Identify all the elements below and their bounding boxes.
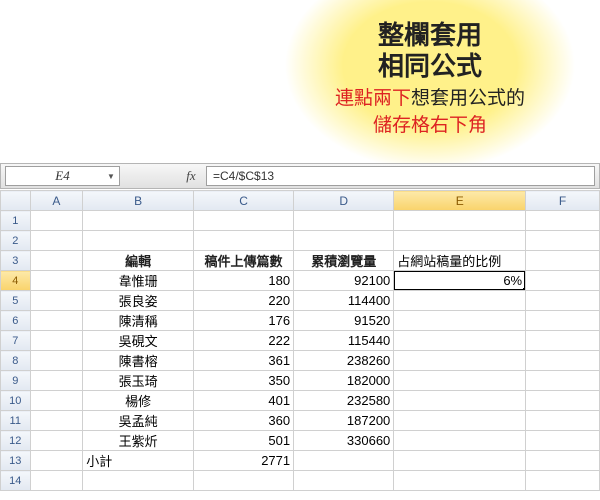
cell[interactable]: 王紫炘 — [83, 431, 194, 451]
cell[interactable]: 吳硯文 — [83, 331, 194, 351]
cell[interactable] — [394, 431, 526, 451]
cell[interactable]: 陳清稱 — [83, 311, 194, 331]
cell[interactable]: 220 — [193, 291, 293, 311]
cell[interactable] — [294, 451, 394, 471]
row-header[interactable]: 3 — [1, 251, 31, 271]
spreadsheet-grid[interactable]: A B C D E F 1 2 3 編輯 稿件上傳篇數 累積瀏覽量 占網站稿量的… — [0, 190, 600, 491]
cell[interactable]: 360 — [193, 411, 293, 431]
row-header[interactable]: 5 — [1, 291, 31, 311]
formula-bar-row: E4 ▼ fx =C4/$C$13 — [0, 163, 600, 189]
tip-text: 整欄套用 相同公式 連點兩下想套用公式的 儲存格右下角 — [300, 20, 560, 140]
cell[interactable]: 陳書榕 — [83, 351, 194, 371]
row-header[interactable]: 1 — [1, 211, 31, 231]
cell[interactable] — [394, 391, 526, 411]
col-header-c[interactable]: C — [193, 191, 293, 211]
cell[interactable]: 501 — [193, 431, 293, 451]
formula-text: =C4/$C$13 — [213, 169, 274, 183]
cell[interactable]: 182000 — [294, 371, 394, 391]
col-header-d[interactable]: D — [294, 191, 394, 211]
fx-label[interactable]: fx — [176, 168, 206, 184]
cell[interactable]: 韋惟珊 — [83, 271, 194, 291]
cell[interactable] — [394, 411, 526, 431]
cell[interactable]: 176 — [193, 311, 293, 331]
row-header[interactable]: 14 — [1, 471, 31, 491]
cell[interactable]: 350 — [193, 371, 293, 391]
cell[interactable] — [394, 451, 526, 471]
cell[interactable]: 91520 — [294, 311, 394, 331]
header-views[interactable]: 累積瀏覽量 — [294, 251, 394, 271]
header-uploads[interactable]: 稿件上傳篇數 — [193, 251, 293, 271]
tip-overlay: 整欄套用 相同公式 連點兩下想套用公式的 儲存格右下角 — [0, 0, 600, 165]
col-header-b[interactable]: B — [83, 191, 194, 211]
row-header[interactable]: 2 — [1, 231, 31, 251]
tip-title: 整欄套用 相同公式 — [300, 20, 560, 82]
col-header-e[interactable]: E — [394, 191, 526, 211]
col-header-a[interactable]: A — [30, 191, 83, 211]
cell[interactable]: 92100 — [294, 271, 394, 291]
row-header[interactable]: 12 — [1, 431, 31, 451]
cell[interactable]: 楊修 — [83, 391, 194, 411]
formula-input[interactable]: =C4/$C$13 — [206, 166, 595, 186]
cell[interactable] — [394, 291, 526, 311]
cell[interactable]: 222 — [193, 331, 293, 351]
cell[interactable]: 張良姿 — [83, 291, 194, 311]
highlight-circle — [285, 0, 575, 170]
row-header[interactable]: 7 — [1, 331, 31, 351]
selected-cell[interactable]: 6% — [394, 271, 526, 291]
cell[interactable]: 330660 — [294, 431, 394, 451]
row-header[interactable]: 11 — [1, 411, 31, 431]
subtotal-value[interactable]: 2771 — [193, 451, 293, 471]
column-header-row: A B C D E F — [1, 191, 600, 211]
select-all-corner[interactable] — [1, 191, 31, 211]
cell[interactable] — [394, 331, 526, 351]
fill-handle[interactable] — [523, 288, 526, 291]
subtotal-label[interactable]: 小計 — [83, 451, 194, 471]
header-ratio[interactable]: 占網站稿量的比例 — [394, 251, 526, 271]
row-header[interactable]: 6 — [1, 311, 31, 331]
cell[interactable]: 401 — [193, 391, 293, 411]
cell[interactable] — [394, 371, 526, 391]
row-header[interactable]: 9 — [1, 371, 31, 391]
cell[interactable]: 180 — [193, 271, 293, 291]
row-header[interactable]: 13 — [1, 451, 31, 471]
cell[interactable]: 361 — [193, 351, 293, 371]
name-box-dropdown-icon[interactable]: ▼ — [103, 167, 119, 185]
name-box[interactable]: E4 ▼ — [5, 166, 120, 186]
row-header[interactable]: 8 — [1, 351, 31, 371]
cell[interactable]: 吳孟純 — [83, 411, 194, 431]
cell[interactable]: 115440 — [294, 331, 394, 351]
col-header-f[interactable]: F — [526, 191, 600, 211]
cell[interactable] — [394, 351, 526, 371]
cell[interactable]: 187200 — [294, 411, 394, 431]
name-box-value: E4 — [55, 168, 69, 184]
header-editor[interactable]: 編輯 — [83, 251, 194, 271]
cell[interactable] — [394, 311, 526, 331]
cell[interactable]: 114400 — [294, 291, 394, 311]
row-header[interactable]: 10 — [1, 391, 31, 411]
cell[interactable]: 張玉琦 — [83, 371, 194, 391]
cell[interactable]: 238260 — [294, 351, 394, 371]
cell[interactable]: 232580 — [294, 391, 394, 411]
tip-subtitle: 連點兩下想套用公式的 儲存格右下角 — [300, 86, 560, 139]
row-header[interactable]: 4 — [1, 271, 31, 291]
